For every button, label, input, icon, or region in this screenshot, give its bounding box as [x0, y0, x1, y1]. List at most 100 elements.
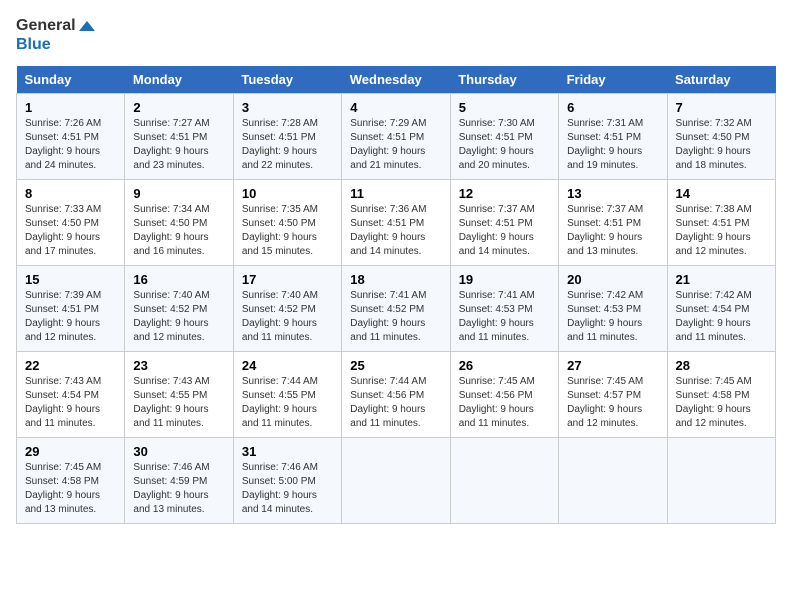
logo-text: General Blue [16, 16, 95, 54]
day-number: 2 [133, 100, 224, 115]
day-number: 27 [567, 358, 658, 373]
week-row-1: 1 Sunrise: 7:26 AMSunset: 4:51 PMDaylight… [17, 94, 776, 180]
day-number: 14 [676, 186, 767, 201]
day-info: Sunrise: 7:42 AMSunset: 4:53 PMDaylight:… [567, 289, 658, 345]
day-number: 16 [133, 272, 224, 287]
day-info: Sunrise: 7:35 AMSunset: 4:50 PMDaylight:… [242, 203, 333, 259]
day-cell: 3 Sunrise: 7:28 AMSunset: 4:51 PMDaylight… [233, 94, 341, 180]
day-info: Sunrise: 7:40 AMSunset: 4:52 PMDaylight:… [133, 289, 224, 345]
day-info: Sunrise: 7:29 AMSunset: 4:51 PMDaylight:… [350, 117, 441, 173]
day-cell [559, 438, 667, 524]
day-info: Sunrise: 7:46 AMSunset: 4:59 PMDaylight:… [133, 461, 224, 517]
day-number: 4 [350, 100, 441, 115]
day-cell: 9 Sunrise: 7:34 AMSunset: 4:50 PMDaylight… [125, 180, 233, 266]
day-cell: 11 Sunrise: 7:36 AMSunset: 4:51 PMDayligh… [342, 180, 450, 266]
day-info: Sunrise: 7:40 AMSunset: 4:52 PMDaylight:… [242, 289, 333, 345]
day-cell: 12 Sunrise: 7:37 AMSunset: 4:51 PMDayligh… [450, 180, 558, 266]
day-info: Sunrise: 7:26 AMSunset: 4:51 PMDaylight:… [25, 117, 116, 173]
day-cell: 13Sunrise: 7:37 AMSunset: 4:51 PMDayligh… [559, 180, 667, 266]
day-cell: 16 Sunrise: 7:40 AMSunset: 4:52 PMDayligh… [125, 266, 233, 352]
header-cell-wednesday: Wednesday [342, 66, 450, 94]
day-number: 1 [25, 100, 116, 115]
day-cell: 21Sunrise: 7:42 AMSunset: 4:54 PMDayligh… [667, 266, 775, 352]
calendar-table: SundayMondayTuesdayWednesdayThursdayFrid… [16, 66, 776, 524]
day-cell: 24 Sunrise: 7:44 AMSunset: 4:55 PMDayligh… [233, 352, 341, 438]
day-cell: 15 Sunrise: 7:39 AMSunset: 4:51 PMDayligh… [17, 266, 125, 352]
day-info: Sunrise: 7:44 AMSunset: 4:56 PMDaylight:… [350, 375, 441, 431]
day-number: 22 [25, 358, 116, 373]
day-info: Sunrise: 7:36 AMSunset: 4:51 PMDaylight:… [350, 203, 441, 259]
day-cell: 2 Sunrise: 7:27 AMSunset: 4:51 PMDaylight… [125, 94, 233, 180]
header-cell-saturday: Saturday [667, 66, 775, 94]
day-number: 31 [242, 444, 333, 459]
day-info: Sunrise: 7:42 AMSunset: 4:54 PMDaylight:… [676, 289, 767, 345]
day-info: Sunrise: 7:39 AMSunset: 4:51 PMDaylight:… [25, 289, 116, 345]
day-number: 18 [350, 272, 441, 287]
day-cell: 14 Sunrise: 7:38 AMSunset: 4:51 PMDayligh… [667, 180, 775, 266]
day-info: Sunrise: 7:30 AMSunset: 4:51 PMDaylight:… [459, 117, 550, 173]
day-info: Sunrise: 7:28 AMSunset: 4:51 PMDaylight:… [242, 117, 333, 173]
day-cell: 19 Sunrise: 7:41 AMSunset: 4:53 PMDayligh… [450, 266, 558, 352]
day-info: Sunrise: 7:44 AMSunset: 4:55 PMDaylight:… [242, 375, 333, 431]
day-number: 12 [459, 186, 550, 201]
week-row-5: 29Sunrise: 7:45 AMSunset: 4:58 PMDayligh… [17, 438, 776, 524]
day-number: 9 [133, 186, 224, 201]
day-info: Sunrise: 7:34 AMSunset: 4:50 PMDaylight:… [133, 203, 224, 259]
day-info: Sunrise: 7:45 AMSunset: 4:58 PMDaylight:… [25, 461, 116, 517]
day-info: Sunrise: 7:37 AMSunset: 4:51 PMDaylight:… [459, 203, 550, 259]
day-cell: 29Sunrise: 7:45 AMSunset: 4:58 PMDayligh… [17, 438, 125, 524]
header-cell-thursday: Thursday [450, 66, 558, 94]
header-cell-tuesday: Tuesday [233, 66, 341, 94]
day-info: Sunrise: 7:41 AMSunset: 4:53 PMDaylight:… [459, 289, 550, 345]
day-number: 8 [25, 186, 116, 201]
day-cell: 1 Sunrise: 7:26 AMSunset: 4:51 PMDaylight… [17, 94, 125, 180]
day-cell: 28 Sunrise: 7:45 AMSunset: 4:58 PMDayligh… [667, 352, 775, 438]
day-cell: 6 Sunrise: 7:31 AMSunset: 4:51 PMDaylight… [559, 94, 667, 180]
day-number: 23 [133, 358, 224, 373]
day-info: Sunrise: 7:46 AMSunset: 5:00 PMDaylight:… [242, 461, 333, 517]
day-cell: 22 Sunrise: 7:43 AMSunset: 4:54 PMDayligh… [17, 352, 125, 438]
day-cell: 30Sunrise: 7:46 AMSunset: 4:59 PMDayligh… [125, 438, 233, 524]
day-info: Sunrise: 7:31 AMSunset: 4:51 PMDaylight:… [567, 117, 658, 173]
day-cell [450, 438, 558, 524]
day-info: Sunrise: 7:33 AMSunset: 4:50 PMDaylight:… [25, 203, 116, 259]
day-info: Sunrise: 7:45 AMSunset: 4:57 PMDaylight:… [567, 375, 658, 431]
day-info: Sunrise: 7:43 AMSunset: 4:54 PMDaylight:… [25, 375, 116, 431]
day-info: Sunrise: 7:41 AMSunset: 4:52 PMDaylight:… [350, 289, 441, 345]
day-cell: 8 Sunrise: 7:33 AMSunset: 4:50 PMDaylight… [17, 180, 125, 266]
day-cell: 4 Sunrise: 7:29 AMSunset: 4:51 PMDaylight… [342, 94, 450, 180]
day-number: 24 [242, 358, 333, 373]
day-number: 10 [242, 186, 333, 201]
day-cell: 25 Sunrise: 7:44 AMSunset: 4:56 PMDayligh… [342, 352, 450, 438]
day-cell: 31 Sunrise: 7:46 AMSunset: 5:00 PMDayligh… [233, 438, 341, 524]
header-cell-friday: Friday [559, 66, 667, 94]
day-cell: 27 Sunrise: 7:45 AMSunset: 4:57 PMDayligh… [559, 352, 667, 438]
day-number: 5 [459, 100, 550, 115]
day-number: 25 [350, 358, 441, 373]
day-info: Sunrise: 7:43 AMSunset: 4:55 PMDaylight:… [133, 375, 224, 431]
day-number: 3 [242, 100, 333, 115]
header: General Blue [16, 16, 776, 54]
day-info: Sunrise: 7:45 AMSunset: 4:56 PMDaylight:… [459, 375, 550, 431]
day-number: 26 [459, 358, 550, 373]
day-cell: 18 Sunrise: 7:41 AMSunset: 4:52 PMDayligh… [342, 266, 450, 352]
week-row-4: 22 Sunrise: 7:43 AMSunset: 4:54 PMDayligh… [17, 352, 776, 438]
day-info: Sunrise: 7:37 AMSunset: 4:51 PMDaylight:… [567, 203, 658, 259]
day-cell: 20 Sunrise: 7:42 AMSunset: 4:53 PMDayligh… [559, 266, 667, 352]
day-cell: 5 Sunrise: 7:30 AMSunset: 4:51 PMDaylight… [450, 94, 558, 180]
week-row-3: 15 Sunrise: 7:39 AMSunset: 4:51 PMDayligh… [17, 266, 776, 352]
day-info: Sunrise: 7:27 AMSunset: 4:51 PMDaylight:… [133, 117, 224, 173]
day-cell [342, 438, 450, 524]
day-number: 28 [676, 358, 767, 373]
day-number: 19 [459, 272, 550, 287]
day-number: 6 [567, 100, 658, 115]
day-cell: 10 Sunrise: 7:35 AMSunset: 4:50 PMDayligh… [233, 180, 341, 266]
header-row: SundayMondayTuesdayWednesdayThursdayFrid… [17, 66, 776, 94]
day-info: Sunrise: 7:45 AMSunset: 4:58 PMDaylight:… [676, 375, 767, 431]
day-number: 11 [350, 186, 441, 201]
day-cell [667, 438, 775, 524]
day-number: 7 [676, 100, 767, 115]
day-number: 20 [567, 272, 658, 287]
day-number: 15 [25, 272, 116, 287]
day-info: Sunrise: 7:38 AMSunset: 4:51 PMDaylight:… [676, 203, 767, 259]
